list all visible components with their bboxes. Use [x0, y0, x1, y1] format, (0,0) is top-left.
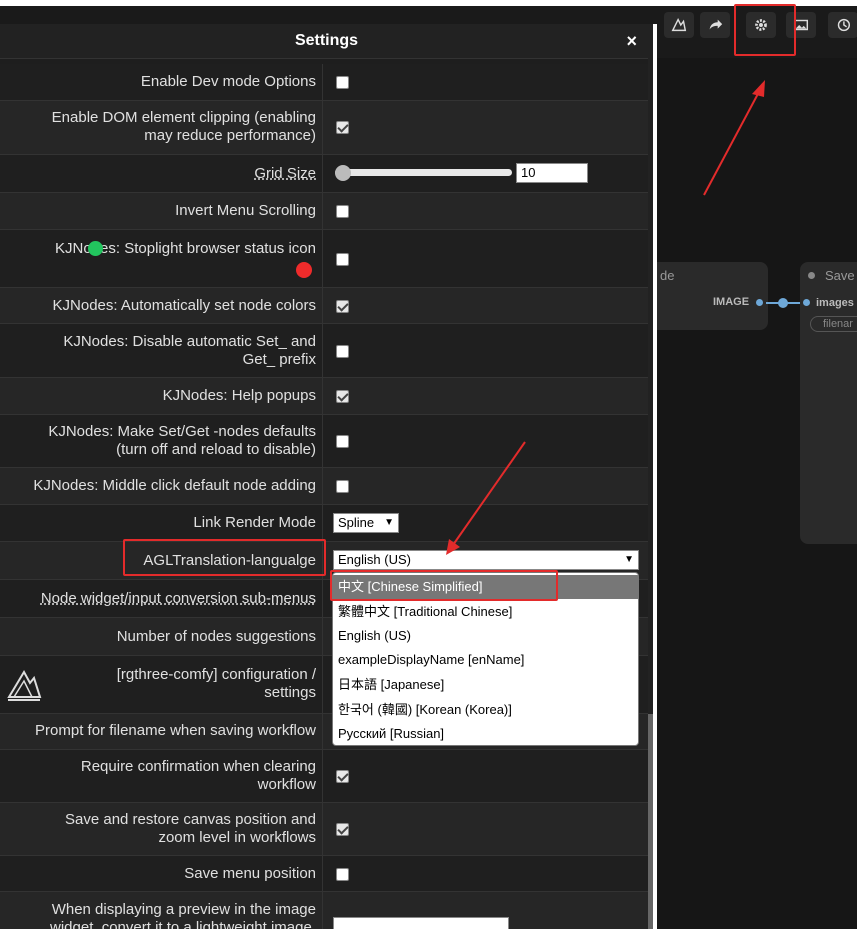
annotation-arrows: [446, 80, 765, 555]
arrow-to-settings: [703, 89, 761, 196]
arrow-to-language-select: [452, 441, 526, 546]
arrowhead-language: [446, 539, 460, 555]
arrowhead-settings: [752, 80, 765, 97]
